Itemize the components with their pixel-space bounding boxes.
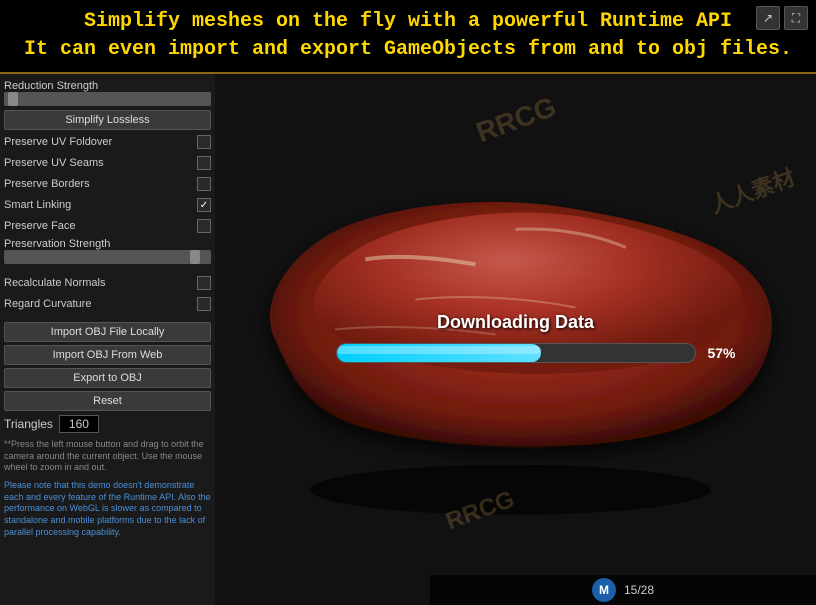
export-obj-button[interactable]: Export to OBJ (4, 368, 211, 388)
preserve-uv-seams-label: Preserve UV Seams (4, 157, 193, 169)
recalculate-normals-checkbox[interactable] (197, 276, 211, 290)
info-text-2: Please note that this demo doesn't demon… (4, 480, 211, 538)
triangles-label: Triangles (4, 417, 53, 431)
progress-bar-fill (337, 344, 541, 362)
preserve-face-label: Preserve Face (4, 220, 193, 232)
progress-percent-label: 57% (707, 345, 735, 361)
preservation-strength-label: Preservation Strength (4, 238, 211, 250)
reset-button[interactable]: Reset (4, 391, 211, 411)
preserve-uv-seams-row: Preserve UV Seams (4, 154, 211, 172)
reduction-strength-slider[interactable] (4, 92, 211, 106)
smart-linking-checkbox[interactable] (197, 198, 211, 212)
preserve-face-row: Preserve Face (4, 217, 211, 235)
page-indicator: 15/28 (624, 583, 654, 597)
main-container: Reduction Strength Simplify Lossless Pre… (0, 74, 816, 605)
preserve-borders-row: Preserve Borders (4, 175, 211, 193)
info-text-1-content: **Press the left mouse button and drag t… (4, 439, 204, 472)
preserve-uv-foldover-checkbox[interactable] (197, 135, 211, 149)
recalculate-normals-label: Recalculate Normals (4, 277, 193, 289)
progress-bar-sheen (337, 346, 541, 354)
preservation-strength-slider[interactable] (4, 250, 211, 264)
import-obj-web-button[interactable]: Import OBJ From Web (4, 345, 211, 365)
preserve-face-checkbox[interactable] (197, 219, 211, 233)
preserve-uv-seams-checkbox[interactable] (197, 156, 211, 170)
triangles-value: 160 (59, 415, 99, 433)
progress-bar (336, 343, 696, 363)
smart-linking-row: Smart Linking (4, 196, 211, 214)
preserve-borders-label: Preserve Borders (4, 178, 193, 190)
fullscreen-icon[interactable]: ⛶ (784, 6, 808, 30)
preserve-uv-foldover-label: Preserve UV Foldover (4, 136, 193, 148)
info-text-2-content: Please note that this demo doesn't demon… (4, 480, 211, 537)
left-panel: Reduction Strength Simplify Lossless Pre… (0, 74, 215, 605)
regard-curvature-label: Regard Curvature (4, 298, 193, 310)
preserve-uv-foldover-row: Preserve UV Foldover (4, 133, 211, 151)
regard-curvature-row: Regard Curvature (4, 295, 211, 313)
smart-linking-label: Smart Linking (4, 199, 193, 211)
regard-curvature-checkbox[interactable] (197, 297, 211, 311)
viewport[interactable]: RRCG 人人素材 RRCG Downloading Data 57% M 15… (215, 74, 816, 605)
header-line2: It can even import and export GameObject… (24, 38, 792, 61)
recalculate-normals-row: Recalculate Normals (4, 274, 211, 292)
share-icon[interactable]: ↗ (756, 6, 780, 30)
top-icons-container: ↗ ⛶ (756, 6, 808, 30)
header-line1: Simplify meshes on the fly with a powerf… (84, 10, 732, 33)
reduction-strength-label: Reduction Strength (4, 80, 211, 92)
header: ↗ ⛶ Simplify meshes on the fly with a po… (0, 0, 816, 74)
download-text: Downloading Data (336, 312, 696, 333)
preserve-borders-checkbox[interactable] (197, 177, 211, 191)
logo-circle: M (592, 578, 616, 602)
triangles-row: Triangles 160 (4, 415, 211, 433)
info-text-1: **Press the left mouse button and drag t… (4, 439, 211, 474)
simplify-lossless-button[interactable]: Simplify Lossless (4, 110, 211, 130)
import-obj-local-button[interactable]: Import OBJ File Locally (4, 322, 211, 342)
header-title: Simplify meshes on the fly with a powerf… (10, 8, 806, 64)
download-overlay: Downloading Data 57% (336, 312, 696, 368)
